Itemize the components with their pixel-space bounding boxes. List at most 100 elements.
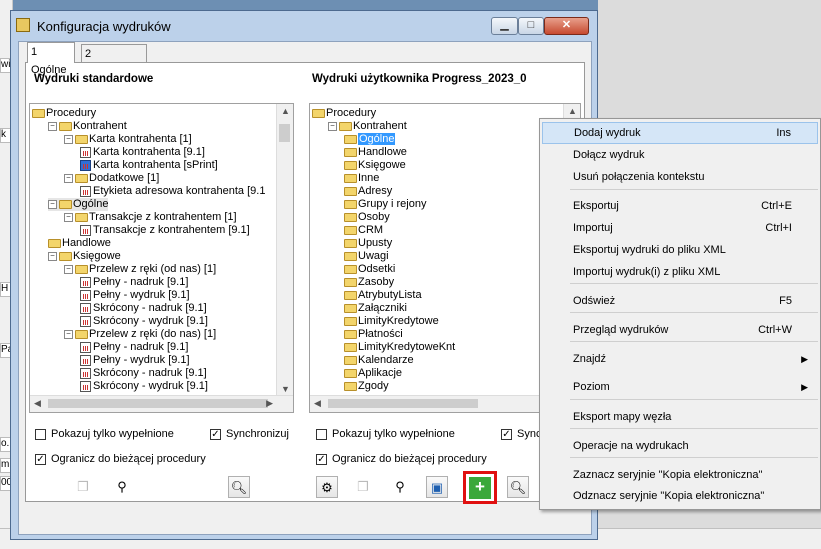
vertical-scrollbar[interactable]: ▲ ▼ bbox=[276, 104, 293, 396]
tree-node[interactable]: Handlowe bbox=[344, 146, 407, 159]
tree-node[interactable]: − Karta kontrahenta [1] bbox=[64, 133, 192, 146]
tree-node[interactable]: Pełny - nadruk [9.1] bbox=[80, 276, 188, 289]
scroll-up-icon[interactable]: ▲ bbox=[568, 106, 577, 116]
close-button[interactable]: ✕ bbox=[544, 17, 589, 35]
tree-node[interactable]: Płatności bbox=[344, 328, 403, 341]
menu-item-5[interactable]: Importuj Ctrl+I bbox=[542, 217, 818, 239]
tree-node[interactable]: Etykieta adresowa kontrahenta [9.1 bbox=[80, 185, 265, 198]
tree-node[interactable]: Handlowe bbox=[48, 237, 111, 250]
scroll-thumb[interactable] bbox=[328, 399, 478, 408]
menu-item-15[interactable]: Odznacz seryjnie "Kopia elektroniczna" bbox=[542, 485, 818, 507]
checkbox-box[interactable]: ✓ bbox=[501, 428, 512, 440]
tree-node[interactable]: Kalendarze bbox=[344, 354, 414, 367]
copy-icon[interactable]: ❐ bbox=[352, 476, 374, 498]
edit-print-icon[interactable]: ▣ bbox=[426, 476, 448, 498]
tab-general[interactable]: 1 Ogólne bbox=[27, 42, 75, 76]
sync-checkbox[interactable]: ✓ Synchronizuj bbox=[210, 427, 289, 441]
tree-node[interactable]: − Przelew z ręki (do nas) [1] bbox=[64, 328, 216, 341]
tree-node[interactable]: − Przelew z ręki (od nas) [1] bbox=[64, 263, 216, 276]
binoculars-icon[interactable]: ⚲ bbox=[389, 476, 411, 498]
menu-item-1[interactable]: Dodaj wydruk Ins bbox=[542, 122, 818, 144]
tree-node[interactable]: − Ogólne bbox=[48, 198, 109, 211]
tree-node[interactable]: Grupy i rejony bbox=[344, 198, 426, 211]
tree-node[interactable]: CRM bbox=[344, 224, 383, 237]
collapse-toggle-icon[interactable]: − bbox=[64, 264, 73, 274]
tree-node[interactable]: Uwagi bbox=[344, 250, 389, 263]
scroll-down-icon[interactable]: ▼ bbox=[281, 384, 290, 394]
collapse-toggle-icon[interactable]: − bbox=[64, 212, 73, 222]
tab-parameters[interactable]: 2 Parametry bbox=[81, 44, 147, 78]
menu-item-3[interactable]: Usuń połączenia kontekstu bbox=[542, 166, 818, 188]
collapse-toggle-icon[interactable]: − bbox=[328, 121, 337, 131]
tree-node[interactable]: Aplikacje bbox=[344, 367, 402, 380]
tree-node[interactable]: Procedury bbox=[312, 107, 376, 120]
menu-item-13[interactable]: Operacje na wydrukach bbox=[542, 435, 818, 457]
menu-item-9[interactable]: Przegląd wydruków Ctrl+W bbox=[542, 319, 818, 341]
show-filled-checkbox[interactable]: Pokazuj tylko wypełnione bbox=[35, 427, 174, 441]
copy-icon[interactable]: ❐ bbox=[72, 476, 94, 498]
tree-node[interactable]: − Transakcje z kontrahentem [1] bbox=[64, 211, 237, 224]
scroll-thumb[interactable] bbox=[279, 124, 290, 142]
menu-item-2[interactable]: Dołącz wydruk bbox=[542, 144, 818, 166]
menu-item-11[interactable]: Poziom ▶ bbox=[542, 376, 818, 398]
tree-node[interactable]: Skrócony - wydruk [9.1] bbox=[80, 380, 208, 393]
tree-node[interactable]: Pełny - wydruk [9.1] bbox=[80, 289, 190, 302]
collapse-toggle-icon[interactable]: − bbox=[64, 329, 73, 339]
collapse-toggle-icon[interactable]: − bbox=[48, 199, 57, 209]
tree-node[interactable]: Transakcje z kontrahentem [9.1] bbox=[80, 224, 250, 237]
binoculars-icon[interactable]: ⚲ bbox=[111, 476, 133, 498]
tree-node[interactable]: Skrócony - wydruk [9.1] bbox=[80, 315, 208, 328]
tree-node[interactable]: Skrócony - nadruk [9.1] bbox=[80, 367, 207, 380]
tree-node[interactable]: Skrócony - nadruk [9.1] bbox=[80, 302, 207, 315]
add-print-plus-icon[interactable]: + bbox=[469, 477, 491, 499]
tree-node[interactable]: Osoby bbox=[344, 211, 390, 224]
preview-magnifier-icon[interactable]: 🔍︎ bbox=[507, 476, 529, 498]
tree-node[interactable]: LimityKredytowe bbox=[344, 315, 439, 328]
menu-item-14[interactable]: Zaznacz seryjnie "Kopia elektroniczna" bbox=[542, 464, 818, 486]
tree-node[interactable]: Procedury bbox=[32, 107, 96, 120]
maximize-button[interactable]: □ bbox=[518, 17, 544, 35]
checkbox-box[interactable]: ✓ bbox=[316, 453, 327, 465]
scroll-up-icon[interactable]: ▲ bbox=[281, 106, 290, 116]
tree-node[interactable]: Pełny - nadruk [9.1] bbox=[80, 341, 188, 354]
tree-node[interactable]: Pełny - wydruk [9.1] bbox=[80, 354, 190, 367]
title-bar[interactable]: Konfiguracja wydruków ▁ □ ✕ bbox=[11, 11, 597, 41]
checkbox-box[interactable]: ✓ bbox=[35, 453, 46, 465]
show-filled-checkbox-right[interactable]: Pokazuj tylko wypełnione bbox=[316, 427, 455, 441]
menu-item-12[interactable]: Eksport mapy węzła bbox=[542, 406, 818, 428]
standard-prints-tree[interactable]: Skrócony - wydruk [9.1] Skrócony - nadruk… bbox=[29, 103, 294, 413]
tree-node[interactable]: Zasoby bbox=[344, 276, 394, 289]
scroll-left-icon[interactable]: ◀ bbox=[34, 398, 41, 409]
menu-item-4[interactable]: Eksportuj Ctrl+E bbox=[542, 195, 818, 217]
checkbox-box[interactable]: ✓ bbox=[210, 428, 221, 440]
tree-node[interactable]: Księgowe bbox=[344, 159, 406, 172]
tree-node[interactable]: − Księgowe bbox=[48, 250, 121, 263]
tree-node[interactable]: Ogólne bbox=[344, 133, 396, 146]
minimize-button[interactable]: ▁ bbox=[491, 17, 518, 35]
scroll-right-icon[interactable]: ▶ bbox=[266, 398, 273, 409]
tree-node[interactable]: AtrybutyLista bbox=[344, 289, 422, 302]
collapse-toggle-icon[interactable]: − bbox=[64, 134, 73, 144]
menu-item-7[interactable]: Importuj wydruk(i) z pliku XML bbox=[542, 261, 818, 283]
checkbox-box[interactable] bbox=[316, 428, 327, 440]
horizontal-scrollbar[interactable]: ◀ ▶ bbox=[30, 395, 293, 412]
settings-gear-icon[interactable]: ⚙ bbox=[316, 476, 338, 498]
scroll-left-icon[interactable]: ◀ bbox=[314, 398, 321, 409]
tree-node[interactable]: Adresy bbox=[344, 185, 392, 198]
menu-item-8[interactable]: Odśwież F5 bbox=[542, 290, 818, 312]
tree-node[interactable]: Zgody bbox=[344, 380, 389, 393]
tree-node[interactable]: Karta kontrahenta [9.1] bbox=[80, 146, 205, 159]
tree-node[interactable]: Inne bbox=[344, 172, 379, 185]
limit-procedure-checkbox-right[interactable]: ✓ Ogranicz do bieżącej procedury bbox=[316, 452, 487, 466]
menu-item-10[interactable]: Znajdź ▶ bbox=[542, 348, 818, 370]
preview-magnifier-icon[interactable]: 🔍︎ bbox=[228, 476, 250, 498]
collapse-toggle-icon[interactable]: − bbox=[48, 121, 57, 131]
checkbox-box[interactable] bbox=[35, 428, 46, 440]
scroll-thumb[interactable] bbox=[48, 399, 268, 408]
tree-node[interactable]: − Kontrahent bbox=[48, 120, 127, 133]
tree-node[interactable]: − Dodatkowe [1] bbox=[64, 172, 159, 185]
menu-item-6[interactable]: Eksportuj wydruki do pliku XML bbox=[542, 239, 818, 261]
tree-node[interactable]: Upusty bbox=[344, 237, 392, 250]
tree-node[interactable]: − Kontrahent bbox=[328, 120, 407, 133]
collapse-toggle-icon[interactable]: − bbox=[64, 173, 73, 183]
